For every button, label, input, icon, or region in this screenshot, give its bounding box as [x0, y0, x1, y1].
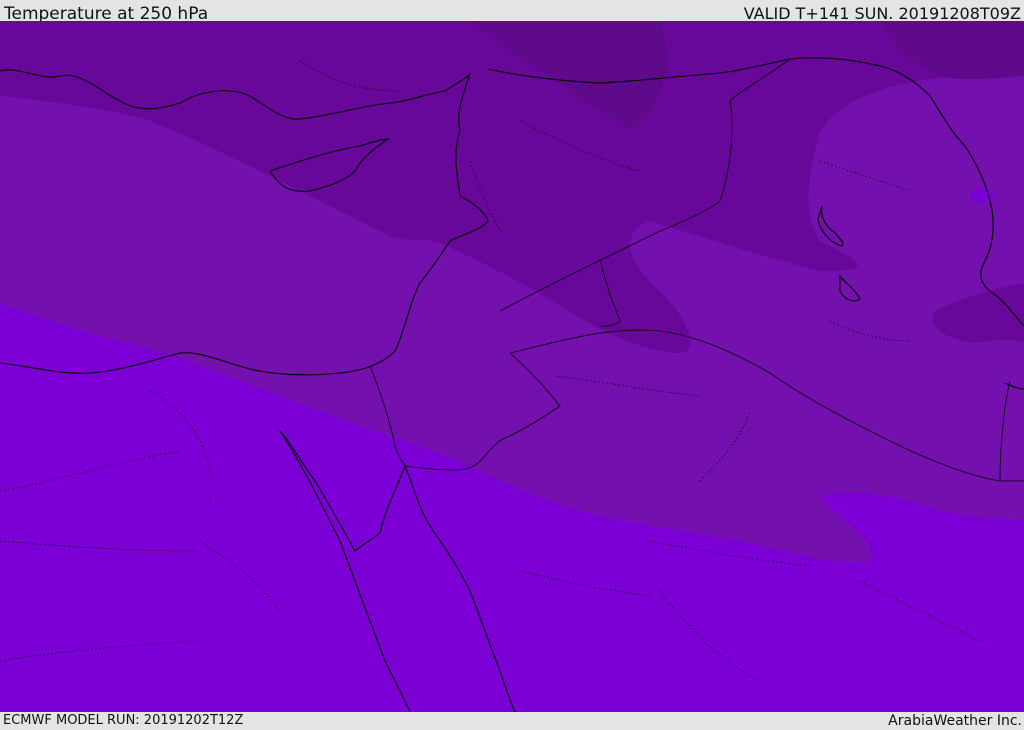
weather-map[interactable]	[0, 21, 1024, 712]
model-run-label: ECMWF MODEL RUN: 20191202T12Z	[3, 713, 244, 728]
temperature-map-svg	[0, 21, 1024, 712]
footer-bar: ECMWF MODEL RUN: 20191202T12Z ArabiaWeat…	[0, 712, 1024, 729]
title-bar: Temperature at 250 hPa VALID T+141 SUN. …	[0, 0, 1024, 24]
credit-label: ArabiaWeather Inc.	[888, 713, 1022, 729]
